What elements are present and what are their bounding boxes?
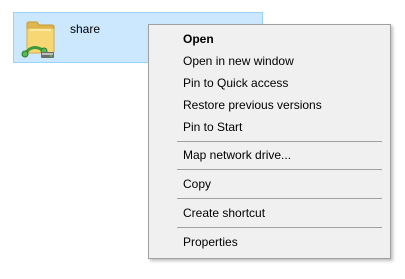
menu-item-create-shortcut[interactable]: Create shortcut — [149, 202, 390, 224]
shared-folder-icon — [21, 21, 55, 58]
context-menu: Open Open in new window Pin to Quick acc… — [148, 24, 391, 259]
folder-name: share — [70, 22, 101, 36]
menu-separator — [177, 169, 382, 170]
menu-separator — [177, 227, 382, 228]
menu-item-restore-previous-versions[interactable]: Restore previous versions — [149, 94, 390, 116]
menu-item-map-network-drive[interactable]: Map network drive... — [149, 144, 390, 166]
menu-item-open[interactable]: Open — [149, 28, 390, 50]
menu-item-pin-to-quick-access[interactable]: Pin to Quick access — [149, 72, 390, 94]
menu-item-properties[interactable]: Properties — [149, 231, 390, 253]
menu-item-open-in-new-window[interactable]: Open in new window — [149, 50, 390, 72]
menu-item-copy[interactable]: Copy — [149, 173, 390, 195]
menu-separator — [177, 141, 382, 142]
menu-separator — [177, 198, 382, 199]
menu-item-pin-to-start[interactable]: Pin to Start — [149, 116, 390, 138]
